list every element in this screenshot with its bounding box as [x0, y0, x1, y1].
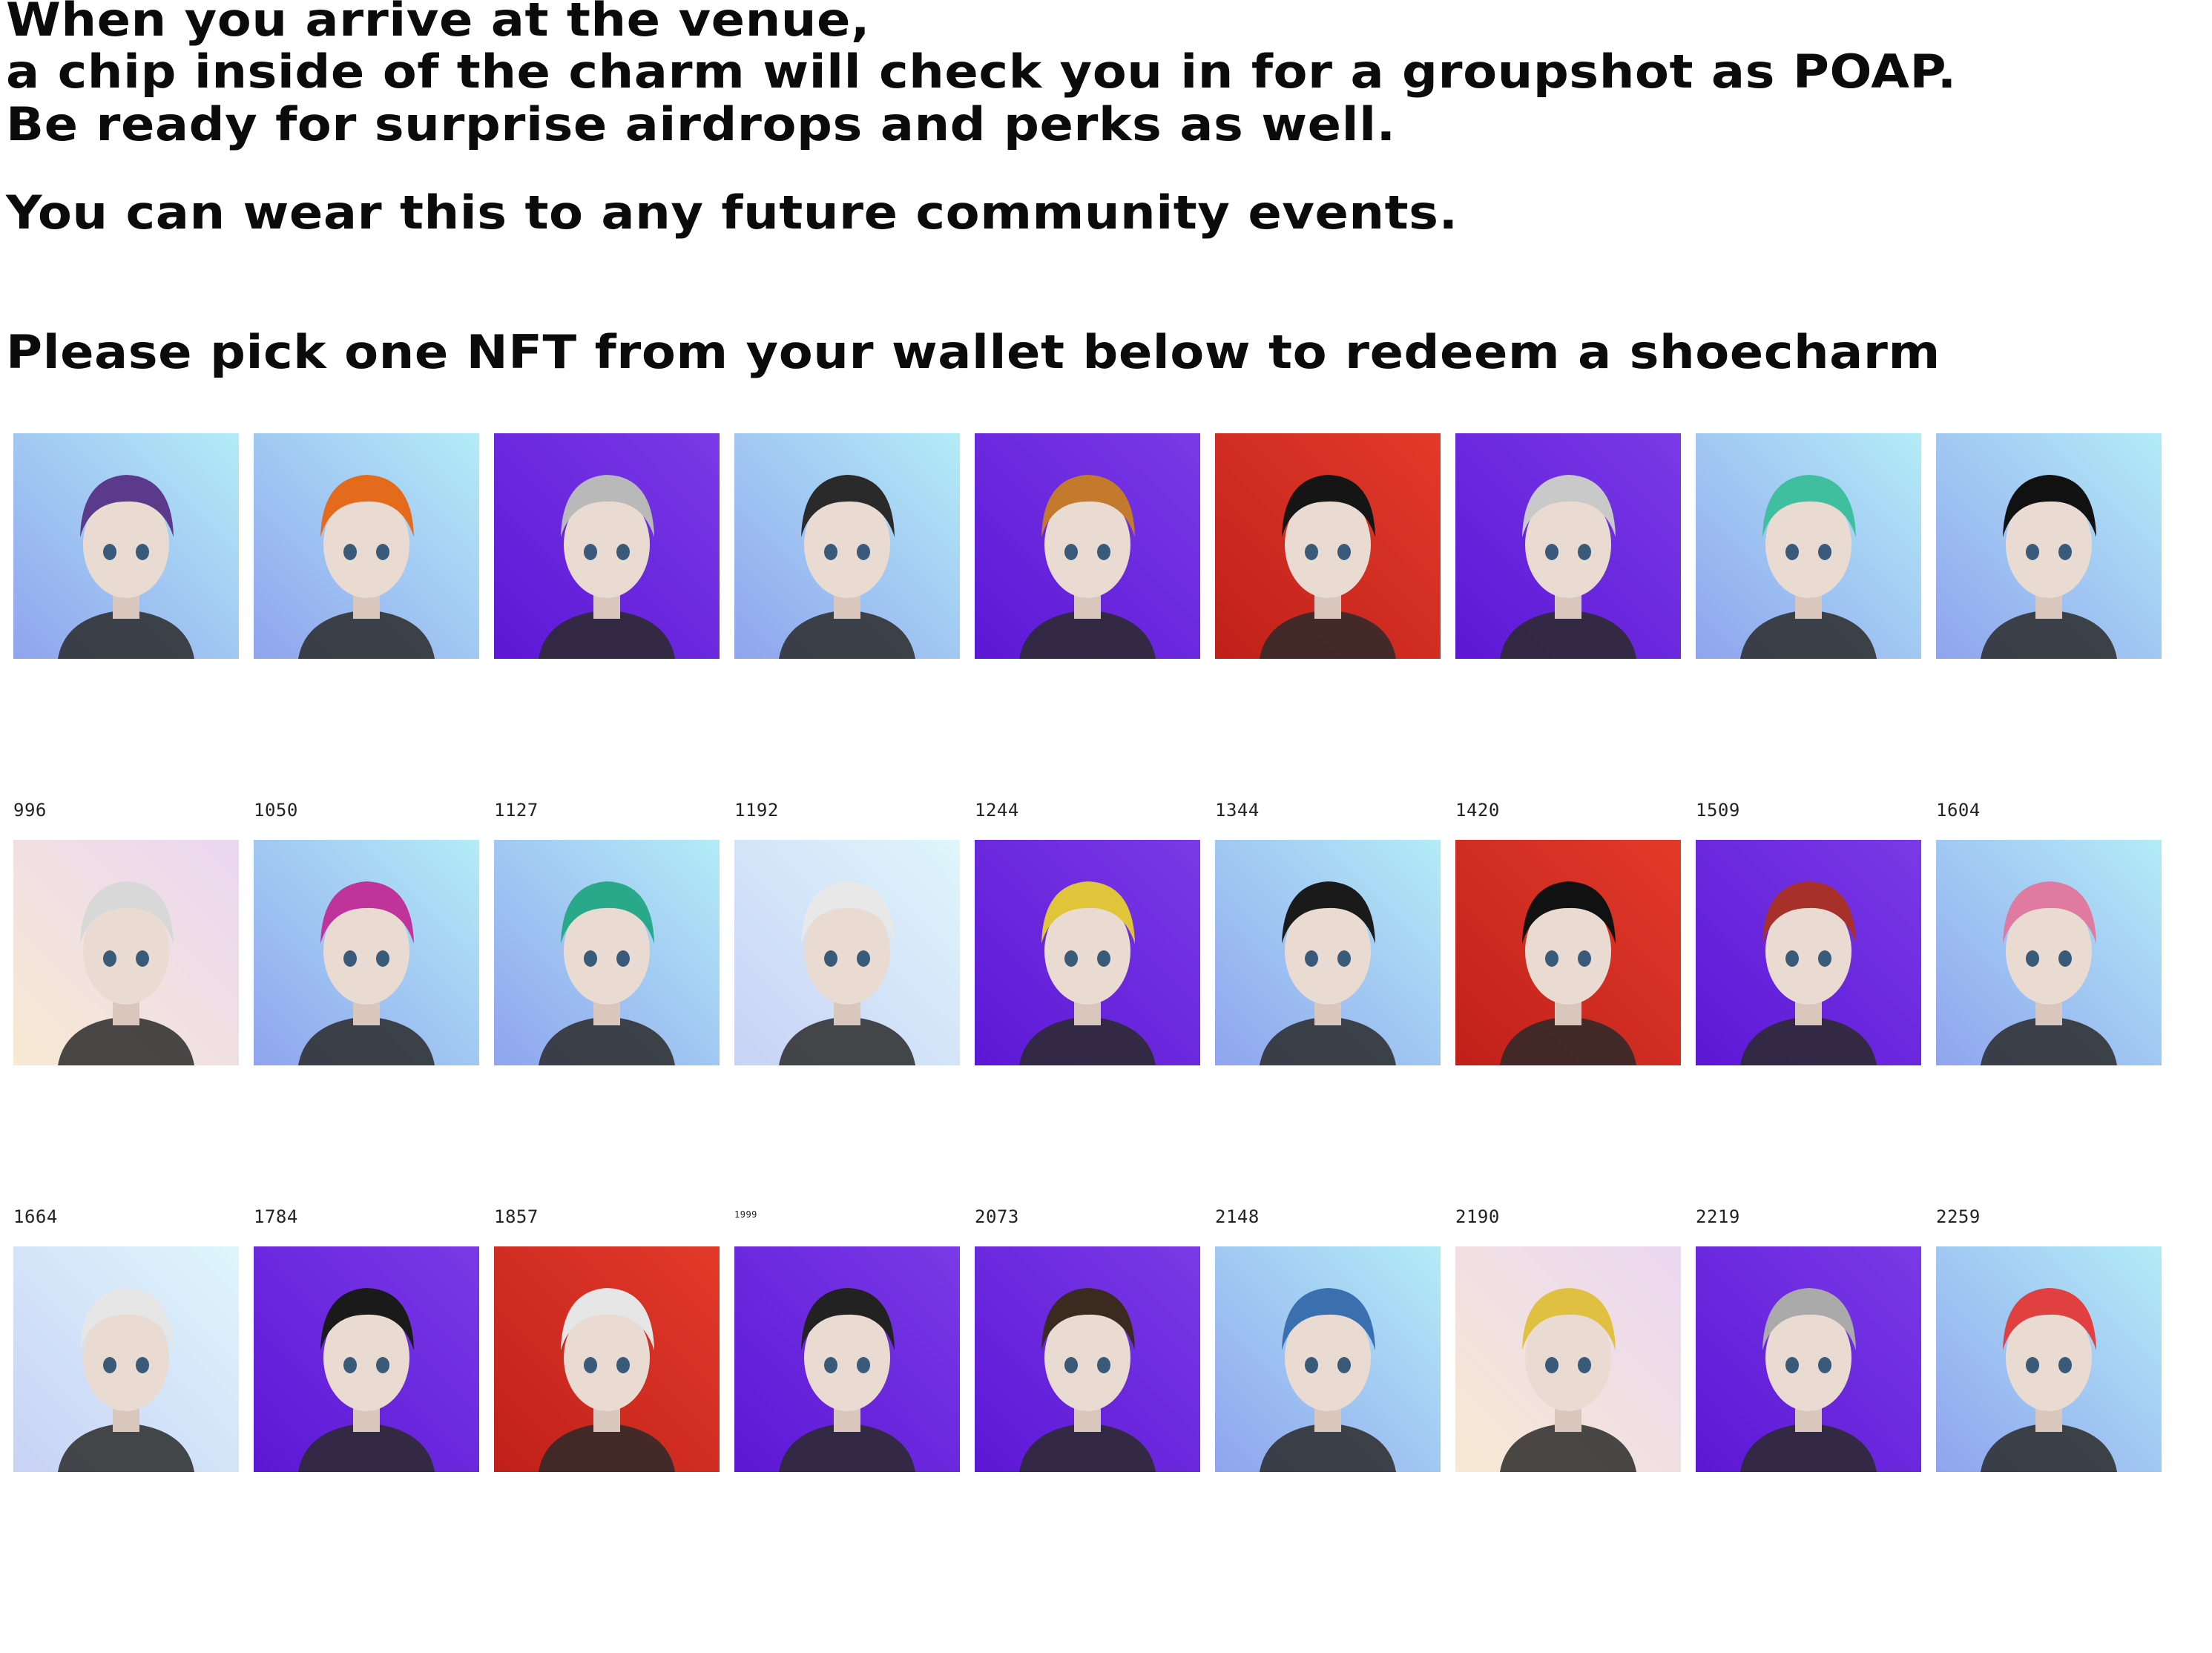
nft-avatar-image — [494, 433, 720, 659]
pick-nft-heading: Please pick one NFT from your wallet bel… — [6, 325, 1941, 379]
nft-row — [13, 1246, 2194, 1653]
nft-card[interactable] — [975, 433, 1200, 659]
nft-avatar-image — [254, 1246, 479, 1472]
intro-line-4: You can wear this to any future communit… — [6, 185, 1458, 240]
nft-avatar-image — [1455, 840, 1681, 1065]
nft-card[interactable] — [1936, 433, 2162, 659]
nft-token-id: 1050 — [254, 800, 298, 821]
nft-avatar-image — [975, 840, 1200, 1065]
nft-token-id: 2219 — [1696, 1206, 1740, 1227]
nft-token-id: 1857 — [494, 1206, 539, 1227]
intro-line-2: a chip inside of the charm will check yo… — [6, 45, 1957, 99]
nft-card[interactable] — [975, 840, 1200, 1065]
nft-card[interactable] — [254, 433, 479, 659]
nft-avatar-image — [1215, 433, 1441, 659]
nft-card[interactable] — [1455, 433, 1681, 659]
nft-avatar-image — [975, 1246, 1200, 1472]
nft-avatar-image — [1936, 433, 2162, 659]
nft-token-id: 1509 — [1696, 800, 1740, 821]
intro-line-1: When you arrive at the venue, — [6, 0, 870, 47]
nft-row: 1664 1784 1857 1999 2073 2148 2190 2219 2259 — [13, 840, 2194, 1246]
nft-avatar-image — [13, 1246, 239, 1472]
nft-token-id: 1127 — [494, 800, 539, 821]
nft-avatar-image — [494, 840, 720, 1065]
nft-card[interactable] — [1696, 433, 1921, 659]
nft-avatar-image — [1936, 1246, 2162, 1472]
nft-avatar-image — [1936, 840, 2162, 1065]
nft-card[interactable] — [734, 840, 960, 1065]
nft-card[interactable] — [734, 433, 960, 659]
nft-avatar-image — [1215, 1246, 1441, 1472]
nft-card[interactable] — [975, 1246, 1200, 1472]
nft-token-id: 1664 — [13, 1206, 58, 1227]
nft-token-id: 1604 — [1936, 800, 1981, 821]
nft-card[interactable] — [494, 840, 720, 1065]
nft-token-id: 1999 — [734, 1209, 757, 1220]
nft-card[interactable] — [13, 1246, 239, 1472]
nft-card[interactable] — [13, 840, 239, 1065]
nft-avatar-image — [734, 840, 960, 1065]
nft-card[interactable] — [1455, 1246, 1681, 1472]
nft-card[interactable] — [1936, 840, 2162, 1065]
nft-card[interactable] — [734, 1246, 960, 1472]
nft-card[interactable] — [254, 1246, 479, 1472]
nft-token-id: 996 — [13, 800, 47, 821]
nft-card[interactable] — [494, 433, 720, 659]
nft-avatar-image — [975, 433, 1200, 659]
nft-avatar-image — [1455, 433, 1681, 659]
nft-token-id: 1784 — [254, 1206, 298, 1227]
nft-token-id: 1192 — [734, 800, 779, 821]
nft-card[interactable] — [1215, 840, 1441, 1065]
nft-avatar-image — [734, 433, 960, 659]
nft-row: 996 1050 1127 1192 1244 1344 1420 1509 1604 — [13, 433, 2194, 840]
nft-token-id: 2190 — [1455, 1206, 1500, 1227]
nft-card[interactable] — [1696, 1246, 1921, 1472]
nft-card[interactable] — [1215, 433, 1441, 659]
nft-avatar-image — [1696, 840, 1921, 1065]
nft-avatar-image — [254, 840, 479, 1065]
intro-line-3: Be ready for surprise airdrops and perks… — [6, 97, 1396, 151]
nft-avatar-image — [494, 1246, 720, 1472]
nft-avatar-image — [1696, 433, 1921, 659]
nft-card[interactable] — [1215, 1246, 1441, 1472]
nft-token-id: 1244 — [975, 800, 1019, 821]
nft-avatar-image — [13, 840, 239, 1065]
nft-token-id: 2073 — [975, 1206, 1019, 1227]
nft-card[interactable] — [494, 1246, 720, 1472]
nft-card[interactable] — [1936, 1246, 2162, 1472]
nft-card[interactable] — [254, 840, 479, 1065]
nft-token-id: 2259 — [1936, 1206, 1981, 1227]
nft-token-id: 1420 — [1455, 800, 1500, 821]
nft-avatar-image — [734, 1246, 960, 1472]
nft-card[interactable] — [1455, 840, 1681, 1065]
nft-token-id: 2148 — [1215, 1206, 1260, 1227]
nft-card[interactable] — [1696, 840, 1921, 1065]
nft-avatar-image — [254, 433, 479, 659]
nft-avatar-image — [1455, 1246, 1681, 1472]
nft-token-id: 1344 — [1215, 800, 1260, 821]
nft-avatar-image — [13, 433, 239, 659]
nft-card[interactable] — [13, 433, 239, 659]
nft-avatar-image — [1215, 840, 1441, 1065]
nft-avatar-image — [1696, 1246, 1921, 1472]
